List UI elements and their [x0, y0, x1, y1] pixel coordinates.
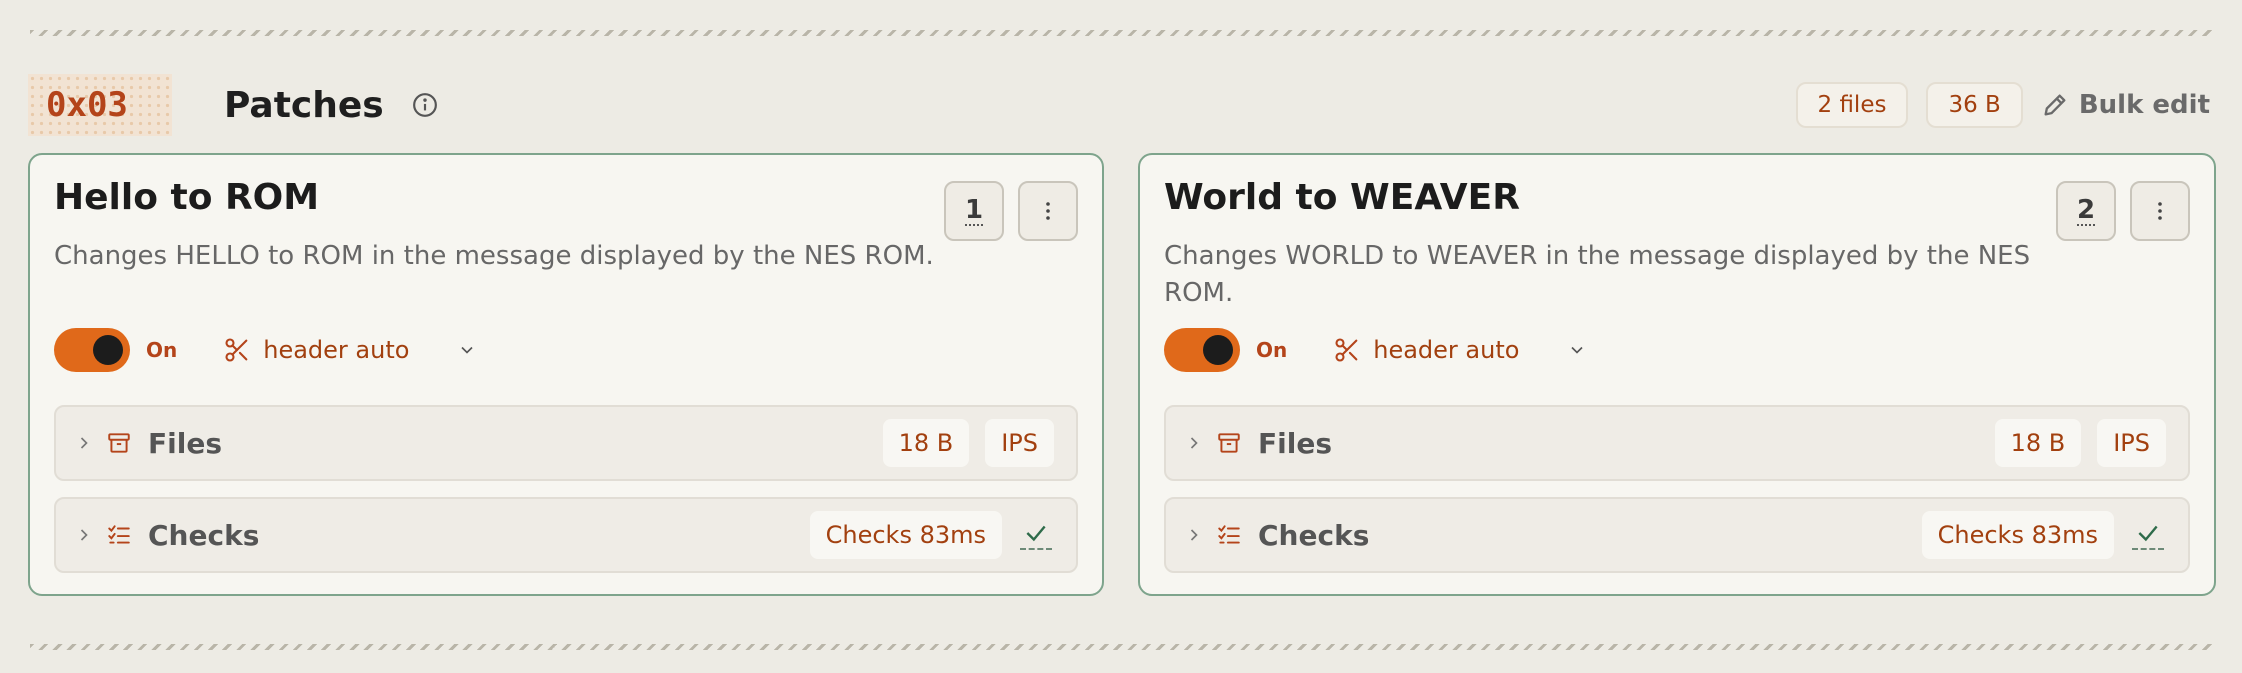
patch-controls: On header auto: [54, 327, 477, 373]
patch-order-button[interactable]: 2: [2056, 181, 2116, 241]
files-section-badges: 18 B IPS: [1994, 419, 2166, 467]
file-size-badge: 18 B: [882, 419, 970, 467]
patch-description: Changes WORLD to WEAVER in the message d…: [1164, 241, 2031, 308]
section-header: 0x03 Patches 2 files 36 B Bulk edit: [28, 74, 2214, 136]
patches-page: 0x03 Patches 2 files 36 B Bulk edit Hell…: [0, 0, 2242, 673]
checklist-icon: [106, 522, 132, 548]
scissors-icon: [223, 336, 251, 364]
patch-title: World to WEAVER: [1164, 177, 1520, 218]
archive-icon: [1216, 430, 1242, 456]
scissors-icon: [1333, 336, 1361, 364]
header-mode-select[interactable]: header auto: [1373, 336, 1519, 364]
file-format-badge: IPS: [985, 419, 1054, 467]
more-options-button[interactable]: [2130, 181, 2190, 241]
chevron-right-icon: [1184, 433, 1204, 453]
files-section-toggle[interactable]: Files 18 B IPS: [1164, 405, 2190, 481]
divider-top: [30, 30, 2214, 36]
section-title: Patches: [224, 84, 384, 126]
patch-controls: On header auto: [1164, 327, 1587, 373]
section-hex-badge: 0x03: [28, 74, 172, 136]
checks-section-label: Checks: [1258, 518, 1370, 552]
pencil-icon: [2044, 94, 2066, 116]
file-format-badge: IPS: [2097, 419, 2166, 467]
checks-section-toggle[interactable]: Checks Checks 83ms: [54, 497, 1078, 573]
bulk-edit-button[interactable]: Bulk edit: [2041, 90, 2214, 120]
divider-bottom: [30, 644, 2214, 650]
more-options-button[interactable]: [1018, 181, 1078, 241]
total-size-badge: 36 B: [1926, 82, 2023, 128]
files-section-badges: 18 B IPS: [882, 419, 1054, 467]
patch-description: Changes HELLO to ROM in the message disp…: [54, 241, 934, 271]
patch-enabled-toggle[interactable]: [54, 328, 130, 372]
toggle-label: On: [1256, 338, 1288, 362]
check-passed-icon[interactable]: [2130, 515, 2166, 555]
checks-section-badges: Checks 83ms: [809, 511, 1054, 559]
patch-title: Hello to ROM: [54, 177, 320, 218]
checks-section-toggle[interactable]: Checks Checks 83ms: [1164, 497, 2190, 573]
header-mode-select[interactable]: header auto: [263, 336, 409, 364]
checklist-icon: [1216, 522, 1242, 548]
patch-card: Hello to ROM Changes HELLO to ROM in the…: [28, 153, 1104, 596]
chevron-down-icon[interactable]: [1567, 340, 1587, 360]
checks-section-badges: Checks 83ms: [1921, 511, 2166, 559]
archive-icon: [106, 430, 132, 456]
patch-order-button[interactable]: 1: [944, 181, 1004, 241]
chevron-right-icon: [1184, 525, 1204, 545]
files-section-toggle[interactable]: Files 18 B IPS: [54, 405, 1078, 481]
toggle-label: On: [146, 338, 178, 362]
checks-timing-badge: Checks 83ms: [809, 511, 1002, 559]
files-count-badge: 2 files: [1795, 82, 1909, 128]
files-section-label: Files: [1258, 426, 1332, 460]
bulk-edit-label: Bulk edit: [2078, 90, 2210, 120]
patch-enabled-toggle[interactable]: [1164, 328, 1240, 372]
info-icon[interactable]: [412, 92, 438, 118]
chevron-right-icon: [74, 433, 94, 453]
more-vertical-icon: [2158, 202, 2162, 220]
checks-timing-badge: Checks 83ms: [1921, 511, 2114, 559]
chevron-right-icon: [74, 525, 94, 545]
check-passed-icon[interactable]: [1018, 515, 1054, 555]
patch-order-number: 1: [964, 195, 984, 226]
checks-section-label: Checks: [148, 518, 260, 552]
section-header-actions: 2 files 36 B Bulk edit: [1795, 82, 2215, 128]
files-section-label: Files: [148, 426, 222, 460]
patch-card: World to WEAVER Changes WORLD to WEAVER …: [1138, 153, 2216, 596]
file-size-badge: 18 B: [1994, 419, 2082, 467]
patch-order-number: 2: [2076, 195, 2096, 226]
more-vertical-icon: [1046, 202, 1050, 220]
chevron-down-icon[interactable]: [457, 340, 477, 360]
